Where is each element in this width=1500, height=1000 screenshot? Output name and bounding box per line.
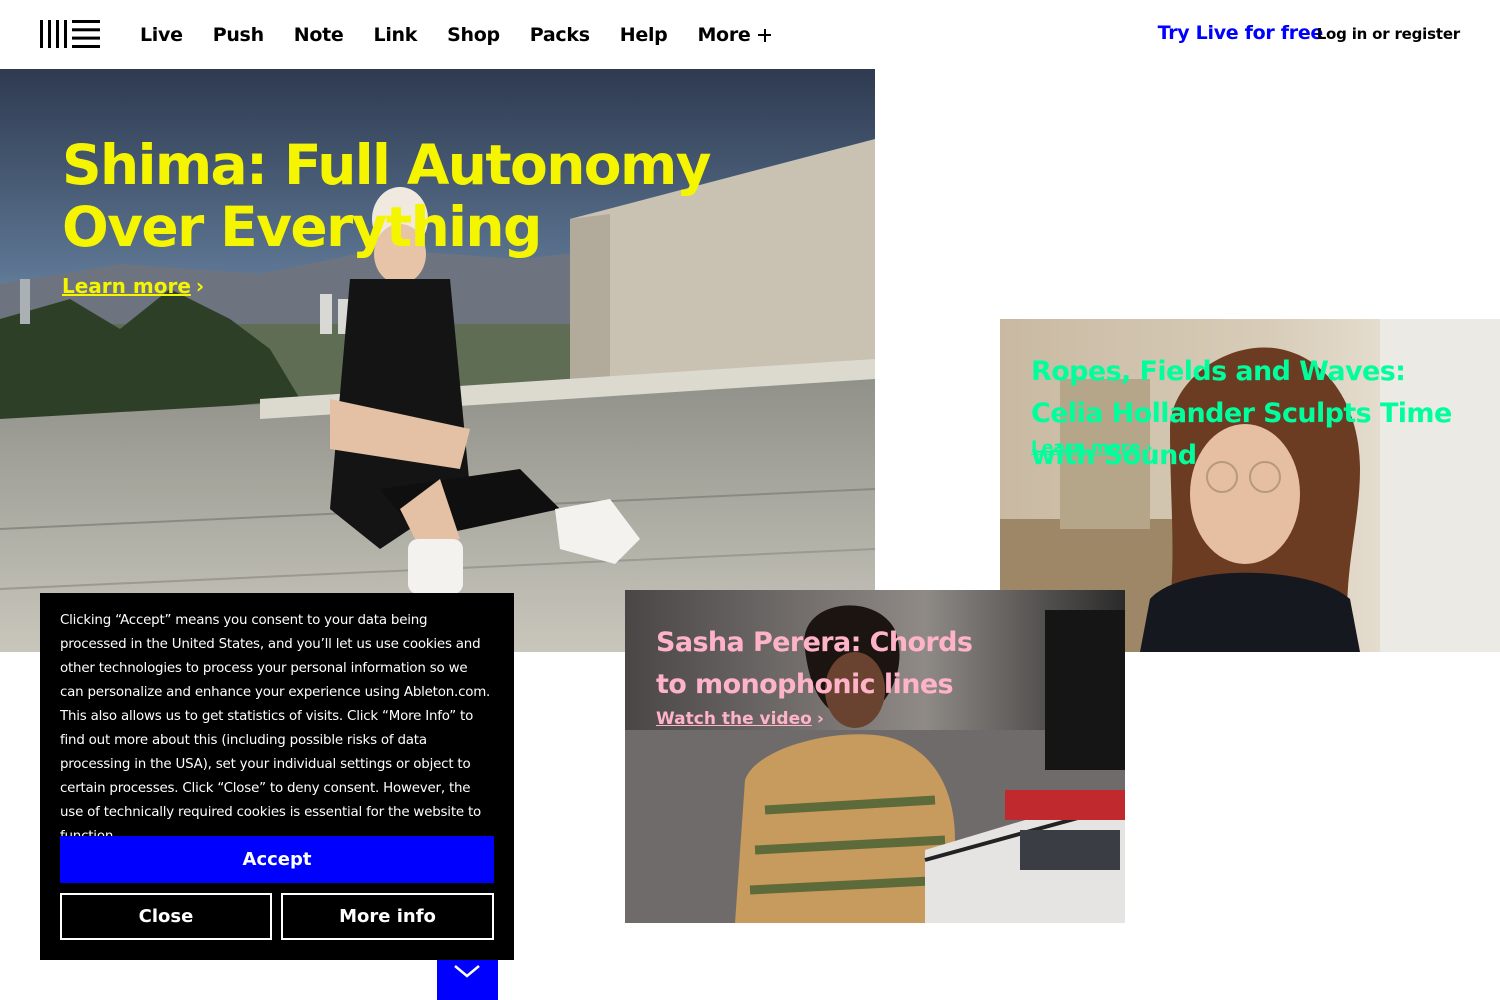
try-live-link[interactable]: Try Live for free (1158, 22, 1324, 44)
chevron-down-icon (454, 965, 480, 978)
more-info-button[interactable]: More info (281, 893, 494, 940)
sasha-watch-video-link[interactable]: Watch the video › (656, 709, 824, 729)
chevron-right-icon: › (1145, 438, 1153, 458)
celia-learn-more-link[interactable]: Learn more › (1031, 438, 1153, 458)
nav-more-label: More (697, 24, 751, 46)
chevron-right-icon: › (195, 274, 205, 298)
main-nav: Live Push Note Link Shop Packs Help More (140, 20, 801, 50)
plus-icon (758, 28, 772, 42)
sasha-watch-video-label: Watch the video (656, 709, 812, 729)
cookie-banner: Clicking “Accept” means you consent to y… (40, 593, 514, 960)
feature-card-sasha[interactable]: Sasha Perera: Chords to monophonic lines… (625, 590, 1125, 923)
accept-button[interactable]: Accept (60, 836, 494, 883)
celia-title: Ropes, Fields and Waves: Celia Hollander… (1031, 356, 1452, 471)
site-header: Live Push Note Link Shop Packs Help More… (0, 0, 1500, 69)
nav-live[interactable]: Live (140, 24, 183, 46)
nav-packs[interactable]: Packs (530, 24, 590, 46)
nav-link[interactable]: Link (374, 24, 418, 46)
nav-more[interactable]: More (697, 24, 772, 46)
chevron-right-icon: › (816, 709, 824, 729)
hero-learn-more-link[interactable]: Learn more › (62, 274, 204, 298)
cookie-text: Clicking “Accept” means you consent to y… (60, 613, 491, 844)
login-link[interactable]: Log in or register (1317, 25, 1461, 43)
nav-shop[interactable]: Shop (447, 24, 500, 46)
celia-learn-more-label: Learn more (1031, 438, 1141, 458)
hero-title: Shima: Full Autonomy Over Everything (62, 133, 712, 259)
nav-push[interactable]: Push (213, 24, 264, 46)
nav-note[interactable]: Note (294, 24, 344, 46)
nav-help[interactable]: Help (620, 24, 668, 46)
ableton-logo[interactable] (40, 20, 100, 48)
hero-feature[interactable]: Shima: Full Autonomy Over Everything Lea… (0, 69, 875, 652)
close-button[interactable]: Close (60, 893, 272, 940)
sasha-title: Sasha Perera: Chords to monophonic lines (656, 627, 973, 700)
hero-learn-more-label: Learn more (62, 274, 191, 298)
